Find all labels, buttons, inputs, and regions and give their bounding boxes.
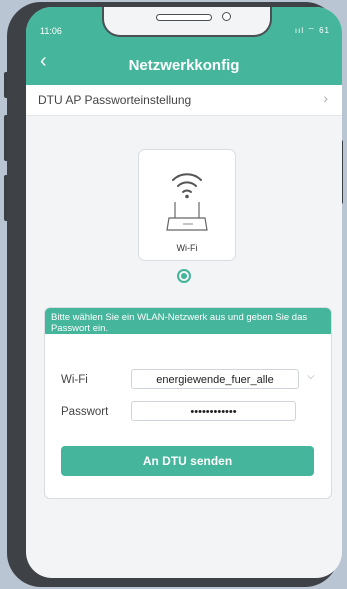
wifi-label: Wi-Fi bbox=[61, 374, 88, 386]
phone-frame: 11:06 ııl ⌔ 61 ‹ Netzwerkkonfig DTU AP P… bbox=[7, 2, 342, 587]
wifi-ssid-field[interactable]: energiewende_fuer_alle bbox=[131, 369, 299, 389]
app-screen: 11:06 ııl ⌔ 61 ‹ Netzwerkkonfig DTU AP P… bbox=[26, 7, 342, 578]
radio-selected-dot bbox=[181, 273, 187, 279]
send-to-dtu-button[interactable]: An DTU senden bbox=[61, 446, 314, 476]
speaker-icon bbox=[156, 14, 212, 21]
status-icons: ııl ⌔ 61 bbox=[294, 26, 330, 35]
page-title: Netzwerkkonfig bbox=[128, 57, 240, 74]
password-field[interactable]: •••••••••••• bbox=[131, 401, 296, 421]
status-bar: 11:06 ııl ⌔ 61 bbox=[26, 7, 342, 47]
wifi-device-card[interactable]: Wi-Fi bbox=[138, 149, 236, 261]
status-time: 11:06 bbox=[40, 26, 62, 36]
nav-bar: ‹ Netzwerkkonfig bbox=[26, 47, 342, 85]
device-radio-button[interactable] bbox=[177, 269, 191, 283]
device-caption: Wi-Fi bbox=[176, 243, 198, 253]
wifi-config-panel: Bitte wählen Sie ein WLAN-Netzwerk aus u… bbox=[44, 307, 332, 499]
panel-instruction: Bitte wählen Sie ein WLAN-Netzwerk aus u… bbox=[45, 308, 331, 334]
camera-icon bbox=[222, 12, 231, 21]
ap-password-setting-row[interactable]: DTU AP Passworteinstellung › bbox=[26, 85, 342, 116]
password-label: Passwort bbox=[61, 406, 109, 418]
phone-notch bbox=[102, 7, 272, 37]
chevron-down-icon[interactable]: ⌵ bbox=[307, 371, 315, 382]
chevron-right-icon: › bbox=[323, 90, 328, 106]
ap-password-setting-label: DTU AP Passworteinstellung bbox=[38, 93, 192, 107]
router-wifi-icon bbox=[166, 173, 208, 231]
